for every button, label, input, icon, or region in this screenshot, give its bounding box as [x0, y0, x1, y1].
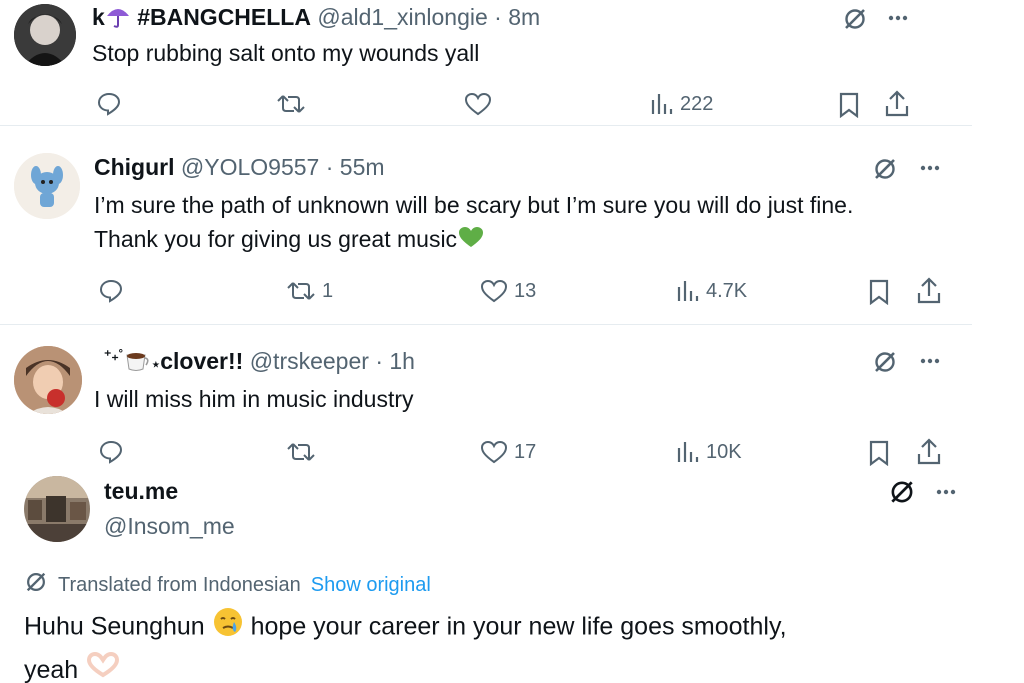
views-icon	[676, 440, 700, 464]
more-icon[interactable]	[886, 6, 910, 35]
show-original-link[interactable]: Show original	[311, 574, 431, 597]
bookmark-button[interactable]	[868, 440, 890, 466]
tweet-text: I’m sure the path of unknown will be sca…	[94, 188, 853, 258]
retweet-icon	[286, 440, 316, 464]
reply-icon	[98, 277, 124, 303]
grok-icon[interactable]	[872, 156, 898, 187]
tweet-card[interactable]: Chigurl @YOLO9557 · 55m I’m sure the pat…	[0, 125, 972, 325]
user-handle[interactable]: @ald1_xinlongie	[317, 4, 487, 30]
views-button[interactable]: 10K	[676, 440, 742, 464]
tweet-text: Stop rubbing salt onto my wounds yall	[92, 40, 480, 66]
user-handle[interactable]: @trskeeper	[250, 348, 369, 374]
separator-dot: ·	[494, 4, 502, 31]
share-button[interactable]	[916, 277, 942, 305]
bookmark-icon	[868, 440, 890, 466]
tweet-header: k #BANGCHELLA @ald1_xinlongie · 8m	[92, 4, 540, 34]
reply-button[interactable]	[98, 438, 124, 464]
separator-dot: ·	[325, 154, 334, 180]
share-button[interactable]	[916, 438, 942, 466]
more-icon[interactable]	[918, 156, 942, 185]
like-button[interactable]: 13	[480, 279, 536, 303]
tweet-header: ⁺₊˚⋆clover!! @trskeeper · 1h	[104, 347, 415, 379]
views-count: 222	[680, 92, 714, 115]
share-icon	[884, 90, 910, 118]
reply-button[interactable]	[96, 90, 122, 116]
avatar[interactable]	[14, 4, 76, 66]
grok-icon[interactable]	[872, 349, 898, 380]
avatar[interactable]	[14, 346, 82, 414]
grok-icon[interactable]	[888, 478, 916, 511]
coffee-cup-emoji-icon	[123, 347, 151, 379]
bookmark-icon	[868, 279, 890, 305]
green-heart-emoji-icon	[457, 224, 485, 258]
timestamp[interactable]: 1h	[389, 348, 415, 374]
tweet-header: Chigurl @YOLO9557 · 55m	[94, 154, 385, 181]
tweet-header: teu.me @Insom_me	[104, 478, 235, 540]
tweet-text-line: yeah	[24, 650, 787, 683]
display-name[interactable]: ⁺₊˚⋆clover!!	[104, 347, 243, 374]
display-name[interactable]: Chigurl	[94, 154, 175, 180]
tweet-card[interactable]: teu.me @Insom_me Translated from Indones…	[0, 466, 990, 683]
translated-label: Translated from Indonesian	[58, 573, 301, 596]
retweet-button[interactable]	[286, 440, 316, 464]
bookmark-icon	[838, 92, 860, 118]
tweet-text-line: Huhu Seunghun hope your career in your n…	[24, 606, 787, 650]
views-icon	[650, 92, 674, 116]
views-count: 4.7K	[706, 279, 748, 302]
like-button[interactable]	[464, 92, 492, 116]
bookmark-button[interactable]	[838, 92, 860, 118]
reply-icon	[96, 90, 122, 116]
like-icon	[480, 440, 508, 464]
timestamp[interactable]: 55m	[340, 154, 385, 180]
tweet-text: Huhu Seunghun hope your career in your n…	[24, 606, 787, 683]
views-icon	[676, 279, 700, 303]
bookmark-button[interactable]	[868, 279, 890, 305]
umbrella-emoji-icon	[105, 4, 131, 34]
views-button[interactable]: 4.7K	[676, 279, 747, 303]
heart-hands-emoji-icon	[85, 651, 121, 683]
user-handle[interactable]: @Insom_me	[104, 513, 235, 540]
timestamp[interactable]: 8m	[508, 4, 540, 30]
avatar[interactable]	[14, 153, 80, 219]
avatar-image	[14, 4, 76, 66]
retweet-icon	[286, 279, 316, 303]
share-icon	[916, 277, 942, 305]
retweet-button[interactable]: 1	[286, 279, 333, 303]
reply-icon	[98, 438, 124, 464]
avatar-image	[14, 346, 82, 414]
like-icon	[480, 279, 508, 303]
reply-button[interactable]	[98, 277, 124, 303]
retweet-button[interactable]	[276, 92, 306, 116]
views-button[interactable]: 222	[650, 92, 713, 116]
like-icon	[464, 92, 492, 116]
grok-icon	[24, 570, 48, 600]
avatar[interactable]	[24, 476, 90, 542]
more-icon[interactable]	[918, 349, 942, 378]
like-button[interactable]: 17	[480, 440, 536, 464]
separator-dot: ·	[375, 348, 383, 375]
display-name[interactable]: k #BANGCHELLA	[92, 4, 311, 30]
share-icon	[916, 438, 942, 466]
avatar-image	[14, 153, 80, 219]
retweet-icon	[276, 92, 306, 116]
crying-face-emoji-icon	[212, 606, 244, 650]
like-count: 13	[514, 279, 537, 302]
avatar-image	[24, 476, 90, 542]
share-button[interactable]	[884, 90, 910, 118]
views-count: 10K	[706, 440, 742, 463]
user-handle[interactable]: @YOLO9557	[181, 154, 319, 180]
tweet-card[interactable]: k #BANGCHELLA @ald1_xinlongie · 8m Stop …	[0, 0, 938, 120]
tweet-text: I will miss him in music industry	[94, 386, 414, 412]
more-icon[interactable]	[934, 480, 958, 509]
like-count: 17	[514, 440, 537, 463]
tweet-text-line: Thank you for giving us great music	[94, 222, 853, 258]
grok-icon[interactable]	[842, 6, 868, 37]
display-name[interactable]: teu.me	[104, 478, 235, 505]
retweet-count: 1	[322, 279, 334, 302]
tweet-text-line: I’m sure the path of unknown will be sca…	[94, 192, 854, 218]
translation-notice: Translated from Indonesian Show original	[24, 570, 431, 600]
tweet-card[interactable]: ⁺₊˚⋆clover!! @trskeeper · 1h I will miss…	[0, 327, 972, 469]
